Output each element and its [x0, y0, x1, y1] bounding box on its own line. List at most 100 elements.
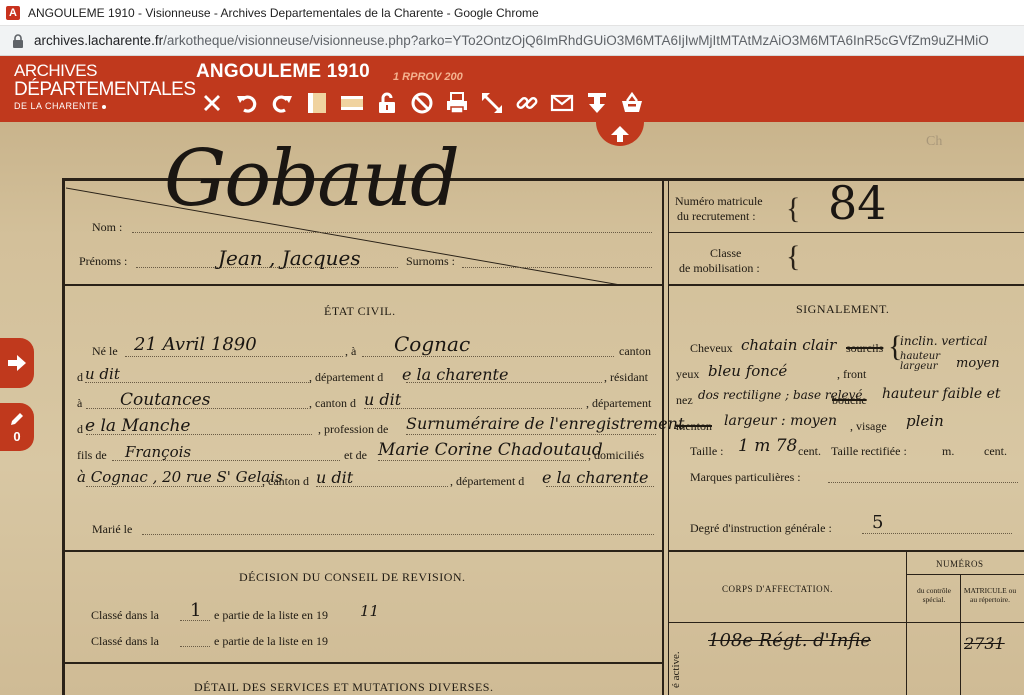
- handwritten-largeur: largeur : moyen: [724, 413, 838, 429]
- label-a: , à: [345, 344, 357, 358]
- handwritten-residence: Coutances: [120, 390, 211, 410]
- unlock-button[interactable]: [369, 88, 404, 118]
- handwritten-taille: 1 m 78: [738, 436, 798, 456]
- dots-canton2: [316, 486, 448, 487]
- dots-father: [112, 460, 340, 461]
- label-menton: menton: [676, 419, 712, 433]
- etat-civil-title: ÉTAT CIVIL.: [324, 304, 396, 318]
- document-cote: 1 RPROV 200: [393, 71, 463, 83]
- dots-marie: [142, 534, 654, 535]
- archives-logo[interactable]: ARCHIVES DÉPARTEMENTALES DE LA CHARENTE: [14, 62, 196, 111]
- fit-height-button[interactable]: [299, 88, 334, 118]
- dots-ne-le: [125, 356, 343, 357]
- label-residant: , résidant: [604, 370, 648, 384]
- handwritten-birth-place: Cognac: [394, 332, 471, 356]
- label-nez: nez: [676, 393, 693, 407]
- dots-du: [85, 382, 311, 383]
- print-icon: [446, 92, 467, 114]
- open-side-panel-button[interactable]: [0, 338, 34, 388]
- close-button[interactable]: [194, 88, 229, 118]
- handwritten-numero: 84: [828, 176, 887, 230]
- lock-icon[interactable]: [12, 33, 24, 48]
- dots-mother: [378, 460, 586, 461]
- handwritten-canton: u dit: [364, 390, 402, 409]
- mail-button[interactable]: [544, 88, 579, 118]
- handwritten-profession: Surnuméraire de l'enregistrement: [406, 414, 685, 433]
- handwritten-regiment-num: 2731: [964, 634, 1005, 653]
- label-active: é active.: [670, 651, 682, 688]
- rotate-right-icon: [272, 95, 292, 113]
- document-viewer[interactable]: Ch Nom : Gobaud Prénoms : Jean , Jacques…: [0, 122, 1024, 695]
- form-divider-2: [669, 232, 1024, 233]
- label-surnoms: Surnoms :: [406, 254, 456, 268]
- close-icon: [203, 95, 220, 111]
- forbidden-icon: [411, 92, 432, 114]
- basket-button[interactable]: [614, 88, 649, 118]
- label-canton-d2: , canton d: [262, 474, 309, 488]
- label-taille: Taille :: [690, 444, 724, 458]
- window-title: ANGOULEME 1910 - Visionneuse - Archives …: [28, 5, 539, 20]
- decision-title: DÉCISION DU CONSEIL DE REVISION.: [239, 570, 466, 584]
- label-mobilisation: de mobilisation :: [679, 261, 760, 275]
- dots-dept: [406, 382, 602, 383]
- fit-height-icon: [307, 93, 326, 113]
- rotate-right-button[interactable]: [264, 88, 299, 118]
- download-button[interactable]: [579, 88, 614, 118]
- handwritten-visage: plein: [906, 412, 944, 430]
- label-taille-rectifiee: Taille rectifiée :: [831, 444, 907, 458]
- handwritten-hauteur: hauteur faible et: [882, 386, 1001, 402]
- url-text[interactable]: archives.lacharente.fr/arkotheque/vision…: [34, 33, 989, 48]
- nom-dots: [132, 232, 652, 233]
- rotate-left-button[interactable]: [229, 88, 264, 118]
- numeros-divider-3: [906, 574, 1024, 575]
- form-left-border: [62, 178, 65, 695]
- handwritten-cheveux: chatain clair: [741, 336, 837, 354]
- label-cent2: cent.: [984, 444, 1007, 458]
- brace-2: {: [786, 240, 801, 273]
- label-cent: cent.: [798, 444, 821, 458]
- dots-birth-place: [362, 356, 614, 357]
- label-canton: canton: [619, 344, 651, 358]
- label-yeux: yeux: [676, 367, 700, 381]
- dots-domicile: [86, 486, 264, 487]
- label-domicilies: , domiciliés: [588, 448, 644, 462]
- label-marie-le: Marié le: [92, 522, 133, 536]
- label-visage: , visage: [850, 419, 887, 433]
- label-fils-de: fils de: [77, 448, 107, 462]
- form-divider-5: [669, 550, 1024, 552]
- label-partie-liste: e partie de la liste en 19: [214, 608, 328, 622]
- handwritten-regiment: 108e Régt. d'Infie: [708, 630, 871, 651]
- annotations-button[interactable]: 0: [0, 403, 34, 451]
- label-du: d: [77, 370, 83, 384]
- dots-de: [86, 434, 312, 435]
- label-numero-matricule: Numéro matricule: [675, 194, 763, 208]
- rotate-left-icon: [236, 95, 256, 113]
- link-button[interactable]: [509, 88, 544, 118]
- unlock-icon: [378, 92, 395, 113]
- brace-1: {: [786, 192, 801, 225]
- print-button[interactable]: [439, 88, 474, 118]
- logo-line-1: ARCHIVES: [14, 61, 97, 80]
- fit-width-icon: [340, 96, 363, 110]
- label-classe: Classe: [710, 246, 742, 260]
- fit-width-button[interactable]: [334, 88, 369, 118]
- document-title: ANGOULEME 1910: [196, 61, 370, 82]
- dots-dept2: [546, 486, 654, 487]
- forbidden-button[interactable]: [404, 88, 439, 118]
- fullscreen-button[interactable]: [474, 88, 509, 118]
- form-divider-7: [669, 622, 1024, 623]
- label-de: d: [77, 422, 83, 436]
- label-cheveux: Cheveux: [690, 341, 733, 355]
- numeros-divider-2: [960, 574, 961, 695]
- label-canton-de: , canton d: [309, 396, 356, 410]
- dots-marques: [828, 482, 1018, 483]
- dots-profession: [406, 434, 656, 435]
- form-center-divider: [662, 181, 664, 695]
- arrow-up-icon: [611, 126, 629, 142]
- address-bar[interactable]: archives.lacharente.fr/arkotheque/vision…: [0, 26, 1024, 56]
- label-et-de: et de: [344, 448, 367, 462]
- label-du-controle: du contrôle spécial.: [917, 586, 951, 604]
- label-nom: Nom :: [92, 220, 123, 234]
- mail-icon: [550, 94, 573, 112]
- logo-dot-icon: [101, 104, 106, 109]
